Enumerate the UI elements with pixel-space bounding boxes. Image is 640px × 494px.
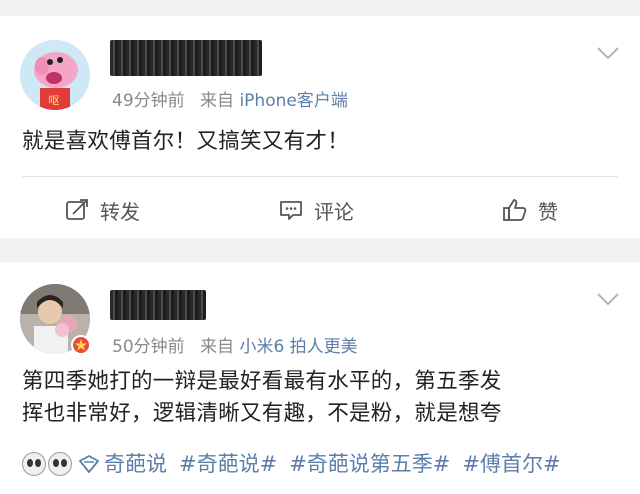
comment-card-2: 50分钟前 来自 小米6 拍人更美 第四季她打的一辩是最好看最有水平的，第五季发… xyxy=(0,262,640,494)
like-button[interactable]: 赞 xyxy=(502,194,558,226)
post-content-line-2: 挥也非常好，逻辑清晰又有趣，不是粉，就是想夸 xyxy=(22,401,502,426)
like-label: 赞 xyxy=(538,199,558,224)
post-content-line-1: 第四季她打的一辩是最好看最有水平的，第五季发 xyxy=(22,369,502,394)
hashtag-link[interactable]: #傅首尔# xyxy=(462,448,560,480)
emoji-icon xyxy=(48,452,72,476)
repost-icon xyxy=(66,199,88,220)
post-time: 49分钟前 xyxy=(112,91,185,111)
divider xyxy=(22,176,618,177)
verified-badge-icon xyxy=(71,335,91,355)
svg-text:呕: 呕 xyxy=(49,94,60,107)
hashtag-link[interactable]: #奇葩说# xyxy=(179,448,277,480)
post-time: 50分钟前 xyxy=(112,337,185,357)
post-source[interactable]: iPhone客户端 xyxy=(239,91,347,111)
comment-icon xyxy=(280,201,302,220)
topic-link[interactable]: 奇葩说 xyxy=(104,448,167,480)
repost-label: 转发 xyxy=(100,199,140,224)
hashtag-link[interactable]: #奇葩说第五季# xyxy=(289,448,450,480)
from-label: 来自 xyxy=(200,337,235,357)
emoji-icon xyxy=(22,452,46,476)
topic-icon xyxy=(79,455,99,473)
post-meta: 49分钟前 来自 iPhone客户端 xyxy=(112,86,348,111)
like-icon xyxy=(503,199,527,221)
post-content: 第四季她打的一辩是最好看最有水平的，第五季发 挥也非常好，逻辑清晰又有趣，不是粉… xyxy=(22,366,626,430)
tag-row: 奇葩说 #奇葩说# #奇葩说第五季# #傅首尔# xyxy=(22,448,571,480)
username-redacted[interactable] xyxy=(110,290,206,320)
comment-label: 评论 xyxy=(314,199,354,224)
chevron-down-icon[interactable] xyxy=(596,44,620,62)
post-content: 就是喜欢傅首尔！又搞笑又有才！ xyxy=(22,129,350,154)
post-source[interactable]: 小米6 拍人更美 xyxy=(239,337,357,357)
from-label: 来自 xyxy=(200,91,235,111)
post-meta: 50分钟前 来自 小米6 拍人更美 xyxy=(112,332,358,357)
comment-card-1: 呕 49分钟前 来自 iPhone客户端 就是喜欢傅首尔！又搞笑又有才！ 转发 … xyxy=(0,16,640,238)
comment-button[interactable]: 评论 xyxy=(278,194,354,226)
chevron-down-icon[interactable] xyxy=(596,290,620,308)
avatar[interactable]: 呕 xyxy=(20,40,90,110)
username-redacted[interactable] xyxy=(110,40,262,76)
repost-button[interactable]: 转发 xyxy=(64,194,140,226)
